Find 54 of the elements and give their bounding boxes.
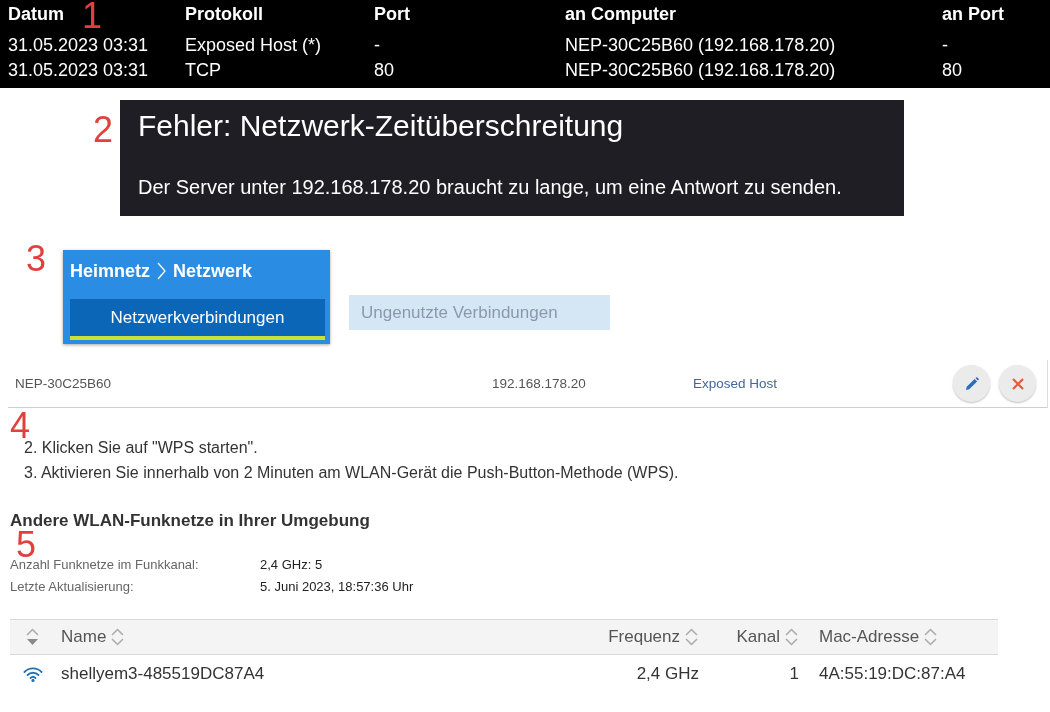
error-title: Fehler: Netzwerk-Zeitüberschreitung <box>138 108 624 144</box>
detail-label: Letzte Aktualisierung: <box>10 579 134 595</box>
section-heading: Andere WLAN-Funknetze in Ihrer Umgebung <box>10 510 370 531</box>
table-cell: 1 <box>789 664 799 684</box>
breadcrumb-link[interactable]: Netzwerk <box>173 260 253 282</box>
detail-value: 2,4 GHz: 5 <box>260 557 323 573</box>
detail-value: 5. Juni 2023, 18:57:36 Uhr <box>260 579 414 595</box>
tab[interactable]: Netzwerkverbindungen <box>70 299 325 340</box>
column-header[interactable]: Mac-Adresse <box>819 626 939 648</box>
column-header[interactable]: Kanal <box>736 626 799 648</box>
table-cell-text: 80 <box>374 59 395 82</box>
sort-icon[interactable] <box>25 626 40 648</box>
table-cell: 4A:55:19:DC:87:A4 <box>819 664 966 684</box>
annotation-number: 3 <box>26 246 47 271</box>
host-type: Exposed Host <box>693 376 778 391</box>
edit-button[interactable] <box>953 365 990 402</box>
annotation-number: 2 <box>93 117 114 142</box>
table-cell-text: TCP <box>185 59 221 82</box>
column-header: Datum <box>8 3 64 25</box>
annotation-number: 1 <box>82 3 103 28</box>
column-header[interactable]: Frequenz <box>608 626 699 648</box>
column-header: Port <box>374 3 410 25</box>
table-cell-text: 80 <box>942 59 963 82</box>
table-cell-text: 31.05.2023 03:31 <box>8 34 149 57</box>
sort-icon[interactable] <box>684 626 699 648</box>
breadcrumb-link[interactable]: Heimnetz <box>70 260 150 282</box>
table-cell: 2,4 GHz <box>636 664 699 684</box>
wifi-icon <box>22 666 43 682</box>
table-cell-text: - <box>942 34 948 57</box>
delete-button[interactable] <box>999 365 1036 402</box>
table-cell: shellyem3-485519DC87A4 <box>61 664 265 684</box>
sort-icon[interactable] <box>923 626 939 648</box>
pencil-icon <box>964 376 979 391</box>
error-message: Der Server unter 192.168.178.20 braucht zu lange, um eine Antwort zu senden. <box>138 175 842 200</box>
column-header: an Port <box>942 3 1004 25</box>
table-cell-text: 31.05.2023 03:31 <box>8 59 149 82</box>
sort-icon[interactable] <box>784 626 799 648</box>
annotation-number: 5 <box>16 532 37 557</box>
annotation-number: 4 <box>10 413 31 438</box>
table-cell-text: - <box>374 34 380 57</box>
instruction-step: 2. Klicken Sie auf "WPS starten". <box>24 438 258 458</box>
cross-icon <box>1011 377 1024 390</box>
column-header[interactable]: Name <box>61 626 126 648</box>
ip-address: 192.168.178.20 <box>492 376 586 391</box>
table-cell-text: Exposed Host (*) <box>185 34 322 57</box>
host-name: NEP-30C25B60 <box>15 376 112 391</box>
detail-label: Anzahl Funknetze im Funkkanal: <box>10 557 199 573</box>
table-cell-text: NEP-30C25B60 (192.168.178.20) <box>565 59 836 82</box>
sort-icon[interactable] <box>110 626 126 648</box>
column-header: an Computer <box>565 3 676 25</box>
table-cell-text: NEP-30C25B60 (192.168.178.20) <box>565 34 836 57</box>
column-header: Protokoll <box>185 3 263 25</box>
instruction-step: 3. Aktivieren Sie innerhalb von 2 Minuten am WLAN-Gerät die Push-Button-Methode (WPS). <box>24 463 679 483</box>
chevron-icon <box>157 262 166 280</box>
